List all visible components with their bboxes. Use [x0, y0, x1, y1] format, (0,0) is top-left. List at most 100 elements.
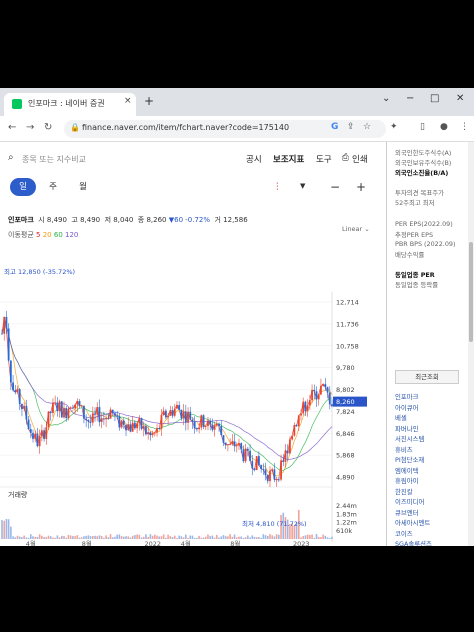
- close-window-button[interactable]: ✕: [456, 93, 464, 104]
- period-daily[interactable]: 일: [10, 178, 36, 196]
- candle-body: [213, 425, 216, 430]
- volume-bar: [38, 534, 41, 539]
- recent-view-button[interactable]: 최근조회: [395, 370, 459, 384]
- menu-icon[interactable]: ⋮: [460, 122, 469, 132]
- volume-bar: [5, 519, 8, 539]
- candle-body: [302, 401, 305, 414]
- recent-stock-link[interactable]: 아이큐어: [395, 403, 419, 412]
- url-text[interactable]: finance.naver.com/item/fchart.naver?code…: [82, 123, 289, 132]
- volume-bar: [125, 536, 127, 539]
- browser-tab[interactable]: 인포마크 : 네이버 증권 ×: [4, 93, 136, 116]
- candlestick-icon[interactable]: ⫶: [276, 182, 279, 193]
- candle-body: [255, 456, 258, 470]
- recent-stock-link[interactable]: 파버나인: [395, 424, 419, 433]
- volume-tick-label: 2.44m: [336, 502, 357, 510]
- volume-tick-label: 610k: [336, 527, 352, 535]
- recent-stock-link[interactable]: 코이즈: [395, 529, 413, 538]
- recent-stock-link[interactable]: SGA솔루션즈: [395, 539, 432, 546]
- recent-stock-link[interactable]: 휴림아이: [395, 476, 419, 485]
- scrollbar[interactable]: [468, 142, 474, 546]
- candle-body: [23, 405, 26, 409]
- candle-body: [220, 426, 223, 436]
- recent-stock-link[interactable]: 엠에이텍: [395, 466, 419, 475]
- recent-stock-link[interactable]: PI첨단소재: [395, 455, 424, 464]
- recent-stock-link[interactable]: 아세아시멘트: [395, 518, 430, 527]
- print-icon[interactable]: ⎙: [342, 153, 349, 163]
- search-input[interactable]: 종목 또는 지수비교: [22, 154, 86, 165]
- candle-body: [3, 317, 6, 334]
- volume-bar: [87, 535, 90, 539]
- tab-close-icon[interactable]: ×: [124, 96, 132, 106]
- zoom-out-button[interactable]: −: [330, 180, 340, 194]
- candle-body: [167, 415, 170, 418]
- volume-bar: [47, 535, 50, 539]
- candle-body: [116, 415, 119, 417]
- candle-body: [1, 333, 3, 335]
- period-weekly[interactable]: 주: [40, 178, 66, 196]
- candle-body: [38, 436, 41, 447]
- share-icon[interactable]: ⇪: [347, 122, 355, 132]
- zoom-in-button[interactable]: +: [356, 180, 366, 194]
- candle-body: [271, 469, 274, 471]
- volume-bar: [147, 536, 149, 539]
- menu-indicators[interactable]: 보조지표: [273, 153, 304, 165]
- volume-bar: [140, 537, 143, 539]
- moving-average-line: [1, 324, 333, 471]
- sidebar-info-line: 외국인한도주식수(A): [395, 149, 452, 157]
- candle-body: [125, 424, 127, 431]
- period-monthly[interactable]: 월: [70, 178, 96, 196]
- back-arrow-icon[interactable]: ←: [8, 122, 16, 133]
- recent-stock-link[interactable]: 인포마크: [395, 392, 419, 401]
- volume-bar: [78, 537, 81, 539]
- volume-tick-label: 1.22m: [336, 519, 357, 527]
- candle-body: [204, 426, 207, 427]
- chevron-down-icon[interactable]: ⌄: [382, 93, 390, 104]
- volume-bar: [222, 535, 225, 539]
- candle-body: [240, 443, 243, 450]
- volume-bar: [89, 536, 92, 539]
- candle-body: [304, 401, 307, 412]
- lock-icon: 🔒: [70, 123, 80, 132]
- google-icon[interactable]: G: [331, 122, 338, 132]
- maximize-button[interactable]: □: [430, 93, 439, 104]
- moving-average-legend[interactable]: 이동평균 5 20 60 120: [8, 230, 78, 240]
- extension-icon[interactable]: ✦: [390, 122, 398, 132]
- search-icon[interactable]: ⌕: [8, 152, 14, 163]
- menu-disclosure[interactable]: 공시: [246, 153, 262, 165]
- recent-stock-link[interactable]: 베셀: [395, 413, 407, 422]
- recent-stock-link[interactable]: 한진칼: [395, 487, 413, 496]
- moving-average-line: [1, 324, 333, 477]
- volume-bar: [156, 535, 158, 539]
- profile-icon[interactable]: ●: [440, 122, 448, 132]
- volume-bar: [116, 534, 118, 539]
- moving-average-line: [1, 316, 333, 483]
- candle-body: [266, 475, 269, 482]
- menu-tools[interactable]: 도구: [316, 153, 332, 165]
- candle-body: [162, 410, 165, 416]
- recent-stock-link[interactable]: 큐브엔터: [395, 508, 419, 517]
- recent-stock-link[interactable]: 서진시스템: [395, 434, 424, 443]
- volume-bar: [109, 534, 112, 539]
- volume-bar: [249, 537, 251, 539]
- candlesticks: [1, 310, 333, 488]
- menu-print[interactable]: 인쇄: [352, 153, 368, 165]
- candle-body: [131, 422, 134, 432]
- sidepanel-icon[interactable]: ▯: [420, 122, 425, 132]
- volume-bar: [328, 537, 331, 539]
- volume-bar: [94, 535, 96, 539]
- candle-body: [308, 400, 311, 406]
- minimize-button[interactable]: −: [406, 93, 414, 104]
- new-tab-button[interactable]: +: [144, 94, 154, 108]
- star-icon[interactable]: ☆: [363, 122, 371, 132]
- recent-stock-link[interactable]: 휴비츠: [395, 445, 413, 454]
- reload-icon[interactable]: ↻: [44, 122, 52, 133]
- candle-body: [56, 402, 59, 412]
- forward-arrow-icon[interactable]: →: [26, 122, 34, 133]
- scale-mode-select[interactable]: Linear ⌄: [342, 225, 370, 233]
- scrollbar-thumb[interactable]: [469, 242, 473, 342]
- volume-bar: [271, 535, 274, 539]
- price-chart[interactable]: 12,714 11,736 10,758 9,780 8,802 7,824 6,846 5,…: [0, 242, 386, 546]
- chevron-down-icon[interactable]: ▼: [300, 182, 305, 190]
- recent-stock-link[interactable]: 이즈미디어: [395, 497, 424, 506]
- candle-body: [284, 450, 287, 462]
